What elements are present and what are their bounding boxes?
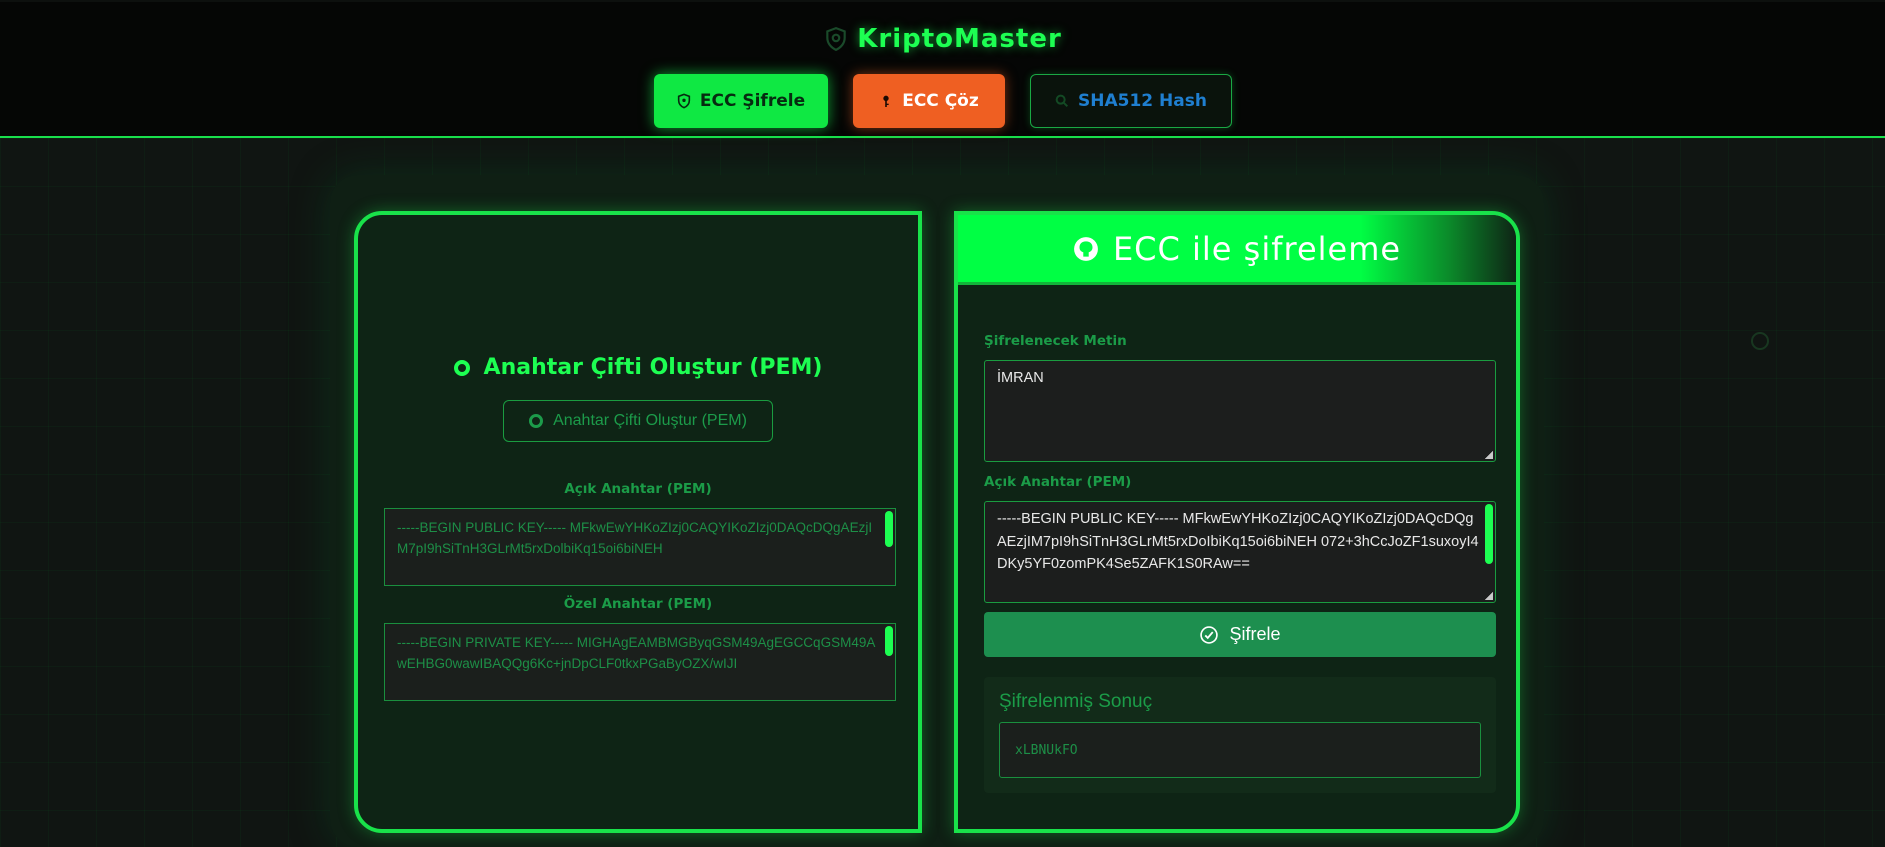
encrypt-button-label: Şifrele bbox=[1229, 624, 1281, 644]
tab-label: SHA512 Hash bbox=[1078, 91, 1207, 111]
scrollbar-thumb[interactable] bbox=[885, 626, 893, 656]
shield-icon bbox=[826, 27, 846, 52]
public-key-input[interactable]: -----BEGIN PUBLIC KEY----- MFkwEwYHKoZIz… bbox=[984, 501, 1496, 603]
private-key-label: Özel Anahtar (PEM) bbox=[563, 596, 713, 612]
key-icon bbox=[883, 95, 889, 107]
panel-title: ECC ile şifreleme bbox=[1112, 229, 1402, 268]
result-output[interactable]: xLBNUkFO bbox=[999, 722, 1481, 778]
shield-icon bbox=[677, 93, 691, 109]
tab-ecc-decrypt[interactable]: ECC Çöz bbox=[852, 74, 1005, 128]
ecc-encrypt-panel: ECC ile şifreleme Şifrelenecek Metin İMR… bbox=[954, 211, 1520, 833]
panel-header: ECC ile şifreleme bbox=[958, 215, 1516, 285]
tab-ecc-encrypt[interactable]: ECC Şifrele bbox=[653, 74, 828, 128]
generate-keypair-label: Anahtar Çifti Oluştur (PEM) bbox=[553, 412, 747, 429]
plaintext-label: Şifrelenecek Metin bbox=[984, 333, 1127, 349]
plaintext-input[interactable]: İMRAN bbox=[984, 360, 1496, 462]
keygen-heading-text: Anahtar Çifti Oluştur (PEM) bbox=[483, 355, 823, 380]
github-icon bbox=[1074, 236, 1098, 261]
top-navbar: KriptoMaster ECC Şifrele ECC Çöz SHA512 … bbox=[0, 2, 1885, 138]
tab-sha512-hash[interactable]: SHA512 Hash bbox=[1029, 74, 1232, 128]
tab-label: ECC Şifrele bbox=[699, 91, 806, 111]
decorative-lock-icon bbox=[1751, 332, 1769, 350]
generate-keypair-button[interactable]: Anahtar Çifti Oluştur (PEM) bbox=[503, 400, 773, 442]
circle-dot-icon bbox=[529, 414, 544, 428]
scrollbar-thumb[interactable] bbox=[885, 511, 893, 547]
public-key-text: -----BEGIN PUBLIC KEY----- MFkwEwYHKoZIz… bbox=[397, 520, 873, 556]
private-key-text: -----BEGIN PRIVATE KEY----- MIGHAgEAMBMG… bbox=[397, 635, 876, 671]
private-key-output[interactable]: -----BEGIN PRIVATE KEY----- MIGHAgEAMBMG… bbox=[384, 623, 896, 701]
result-title: Şifrelenmiş Sonuç bbox=[999, 691, 1153, 712]
scrollbar-thumb[interactable] bbox=[1485, 504, 1493, 564]
public-key-label: Açık Anahtar (PEM) bbox=[564, 481, 712, 497]
circle-dot-icon bbox=[453, 359, 470, 376]
tab-label: ECC Çöz bbox=[902, 91, 979, 111]
check-circle-icon bbox=[1200, 625, 1219, 644]
result-value: xLBNUkFO bbox=[1015, 742, 1078, 758]
resize-handle[interactable] bbox=[1485, 451, 1493, 459]
resize-handle[interactable] bbox=[1485, 592, 1493, 600]
public-key-input-label: Açık Anahtar (PEM) bbox=[984, 474, 1132, 490]
public-key-input-value: -----BEGIN PUBLIC KEY----- MFkwEwYHKoZIz… bbox=[997, 511, 1479, 572]
encrypt-button[interactable]: Şifrele bbox=[984, 612, 1496, 657]
app-title: KriptoMaster bbox=[857, 24, 1062, 54]
tab-bar: ECC Şifrele ECC Çöz SHA512 Hash bbox=[0, 74, 1885, 128]
brand: KriptoMaster bbox=[0, 24, 1885, 54]
search-icon bbox=[1055, 94, 1069, 108]
plaintext-value: İMRAN bbox=[997, 370, 1044, 386]
public-key-output[interactable]: -----BEGIN PUBLIC KEY----- MFkwEwYHKoZIz… bbox=[384, 508, 896, 586]
key-generation-panel: Anahtar Çifti Oluştur (PEM) Anahtar Çift… bbox=[354, 211, 922, 833]
keygen-heading: Anahtar Çifti Oluştur (PEM) bbox=[358, 355, 918, 380]
result-section: Şifrelenmiş Sonuç xLBNUkFO bbox=[984, 677, 1496, 793]
